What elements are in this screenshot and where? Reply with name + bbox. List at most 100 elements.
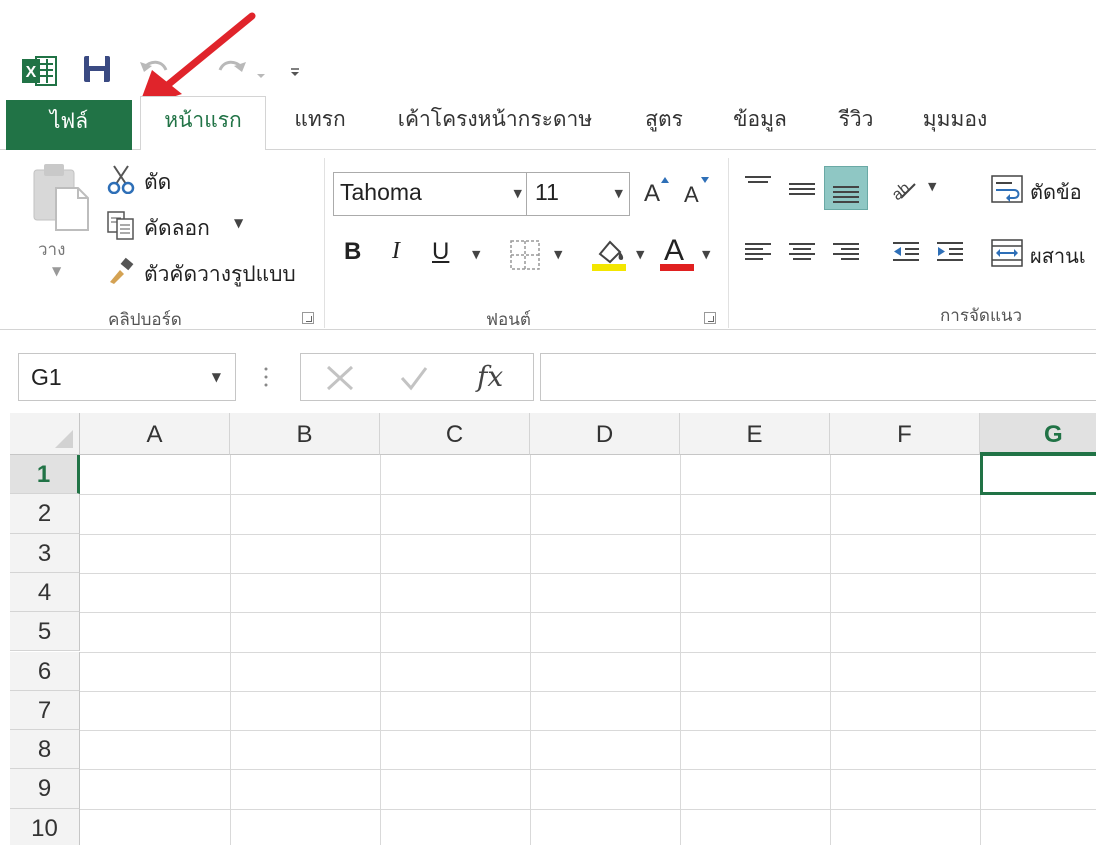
row-header[interactable]: 4 xyxy=(10,572,80,613)
merge-center-button[interactable]: ผสานเ xyxy=(990,236,1096,272)
grow-font-label: A xyxy=(644,180,661,207)
formula-input[interactable] xyxy=(540,353,1096,401)
row-header[interactable]: 2 xyxy=(10,494,80,534)
column-header-selected[interactable]: G xyxy=(980,413,1096,455)
font-size-dropdown-icon[interactable]: ▼ xyxy=(615,187,623,200)
cut-label: ตัด xyxy=(144,170,172,194)
row-header[interactable]: 9 xyxy=(10,769,80,809)
top-align-icon xyxy=(745,176,771,183)
fill-color-icon[interactable] xyxy=(590,234,630,278)
clipboard-launcher-icon[interactable] xyxy=(302,312,314,324)
ribbon: วาง ▼ ตัด คัดลอก ▼ ตัวคัดวางรูปแบบ คลิปบ… xyxy=(0,150,1096,330)
active-cell[interactable] xyxy=(980,453,1096,495)
gridline xyxy=(80,494,1096,496)
middle-align-button[interactable] xyxy=(782,166,822,210)
gridline xyxy=(680,455,681,845)
italic-button[interactable]: I xyxy=(392,238,400,278)
increase-indent-icon xyxy=(937,242,963,261)
font-size-box[interactable]: 11 ▼ xyxy=(526,172,630,216)
orientation-button[interactable]: ab ▼ xyxy=(882,166,942,210)
gridline xyxy=(230,455,231,845)
align-center-button[interactable] xyxy=(782,230,822,274)
excel-logo-icon: X xyxy=(22,54,58,88)
tab-formulas[interactable]: สูตร xyxy=(630,96,698,150)
gridline xyxy=(80,808,1096,810)
copy-dropdown-icon[interactable]: ▼ xyxy=(234,216,243,230)
insert-function-button[interactable]: fx xyxy=(477,360,503,393)
column-header[interactable]: B xyxy=(230,413,380,455)
middle-align-icon xyxy=(789,183,815,195)
align-left-icon xyxy=(745,243,771,260)
row-header[interactable]: 6 xyxy=(10,651,80,691)
decrease-indent-icon xyxy=(893,242,919,261)
gridline xyxy=(530,455,531,845)
tab-view[interactable]: มุมมอง xyxy=(910,96,1000,150)
tab-page-layout[interactable]: เค้าโครงหน้ากระดาษ xyxy=(384,96,606,150)
align-left-button[interactable] xyxy=(738,230,778,274)
top-align-button[interactable] xyxy=(738,166,778,210)
paste-dropdown-icon[interactable]: ▼ xyxy=(52,264,61,278)
row-header[interactable]: 7 xyxy=(10,690,80,731)
row-header-selected[interactable]: 1 xyxy=(10,455,80,495)
gridline xyxy=(80,769,1096,771)
font-group-label: ฟอนต์ xyxy=(486,310,531,330)
font-color-dropdown-icon[interactable]: ▼ xyxy=(702,248,710,261)
column-header[interactable]: E xyxy=(680,413,830,455)
paste-icon[interactable] xyxy=(30,160,92,232)
cancel-icon[interactable] xyxy=(325,364,355,396)
font-launcher-icon[interactable] xyxy=(704,312,716,324)
grow-font-button[interactable]: A xyxy=(644,177,670,208)
merge-center-icon xyxy=(991,239,1023,267)
resize-handle-icon[interactable] xyxy=(262,365,270,389)
shrink-font-button[interactable]: A xyxy=(684,177,710,208)
copy-button[interactable]: คัดลอก ▼ xyxy=(106,210,266,244)
column-header[interactable]: D xyxy=(530,413,680,455)
underline-button[interactable]: U xyxy=(432,238,449,278)
bold-button[interactable]: B xyxy=(344,238,361,278)
save-icon[interactable] xyxy=(82,54,112,84)
column-header[interactable]: F xyxy=(830,413,980,455)
gridline xyxy=(80,612,1096,614)
column-header[interactable]: A xyxy=(80,413,230,455)
format-painter-button[interactable]: ตัวคัดวางรูปแบบ xyxy=(106,256,316,290)
bottom-align-button[interactable] xyxy=(824,166,868,210)
tab-file[interactable]: ไฟล์ xyxy=(6,100,132,150)
wrap-text-button[interactable]: ตัดข้อ xyxy=(990,172,1096,208)
name-box[interactable]: G1 ▼ xyxy=(18,353,236,401)
name-box-dropdown-icon[interactable]: ▼ xyxy=(212,370,221,384)
row-header[interactable]: 3 xyxy=(10,533,80,573)
increase-indent-button[interactable] xyxy=(930,230,970,274)
column-header[interactable]: C xyxy=(380,413,530,455)
group-divider xyxy=(728,158,729,328)
underline-dropdown-icon[interactable]: ▼ xyxy=(472,248,480,261)
svg-text:X: X xyxy=(26,64,37,81)
row-header[interactable]: 10 xyxy=(10,808,80,845)
cut-button[interactable]: ตัด xyxy=(106,164,226,198)
orientation-icon: ab xyxy=(889,180,916,204)
paste-button-label[interactable]: วาง xyxy=(38,236,65,263)
tab-home[interactable]: หน้าแรก xyxy=(140,96,266,151)
font-name-dropdown-icon[interactable]: ▼ xyxy=(514,187,522,200)
row-header[interactable]: 5 xyxy=(10,612,80,652)
tab-insert[interactable]: แทรก xyxy=(280,96,360,150)
align-right-button[interactable] xyxy=(826,230,866,274)
copy-icon xyxy=(106,210,136,240)
row-header[interactable]: 8 xyxy=(10,730,80,770)
orientation-dropdown-icon[interactable]: ▼ xyxy=(928,180,936,193)
select-all-icon xyxy=(55,430,73,448)
increase-caret-icon xyxy=(661,177,669,183)
decrease-indent-button[interactable] xyxy=(886,230,926,274)
borders-dropdown-icon[interactable]: ▼ xyxy=(554,248,562,261)
select-all-button[interactable] xyxy=(10,413,80,455)
tab-review[interactable]: รีวิว xyxy=(826,96,886,150)
font-name-box[interactable]: Tahoma ▼ xyxy=(333,172,527,216)
tab-data[interactable]: ข้อมูล xyxy=(722,96,798,150)
gridline xyxy=(80,572,1096,574)
customize-toolbar-icon[interactable] xyxy=(288,64,302,78)
borders-icon[interactable] xyxy=(508,238,542,276)
fill-color-dropdown-icon[interactable]: ▼ xyxy=(636,248,644,261)
enter-check-icon[interactable] xyxy=(399,364,429,396)
spreadsheet-grid: A B C D E F G 1 2 3 4 5 6 7 8 9 10 xyxy=(0,413,1096,845)
shrink-font-label: A xyxy=(684,182,699,207)
wrap-text-icon xyxy=(991,175,1023,203)
